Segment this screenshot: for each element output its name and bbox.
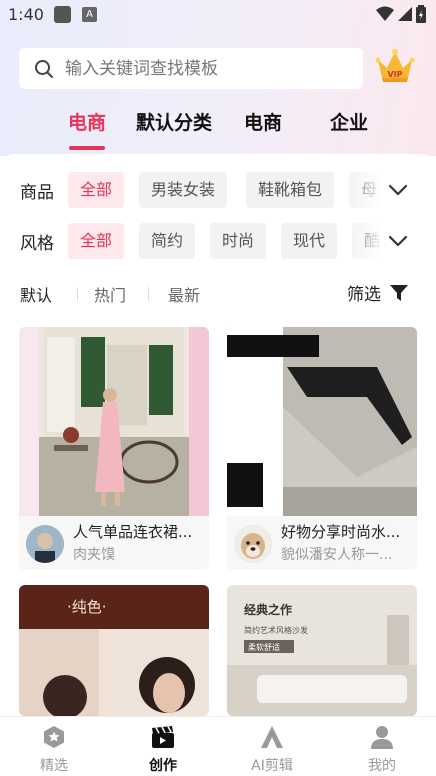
sort-popular[interactable]: 热门 [94, 282, 126, 306]
app-a-icon: A [82, 7, 97, 22]
card-title: 好物分享时尚水... [281, 523, 401, 541]
template-card[interactable]: 好物分享时尚水... 貌似潘安人称一... [227, 327, 417, 570]
template-thumbnail: 经典之作 简约艺术风格沙发 柔软舒适 [227, 585, 417, 716]
style-chip-simple[interactable]: 简约 [139, 223, 196, 259]
wifi-icon [376, 6, 394, 21]
nav-profile-label: 我的 [368, 758, 396, 774]
filter-button[interactable]: 筛选 [347, 280, 409, 305]
status-bar: 1:40 A [0, 0, 436, 30]
status-indicators [376, 5, 426, 23]
tab-ecommerce-2[interactable]: 电商 [244, 108, 282, 135]
nav-featured-label: 精选 [40, 758, 68, 774]
sort-latest[interactable]: 最新 [168, 282, 200, 306]
funnel-icon [390, 284, 408, 301]
card-author: 貌似潘安人称一... [281, 547, 393, 563]
chevron-down-icon[interactable] [387, 180, 409, 200]
style-filter-label: 风格 [20, 234, 54, 254]
search-input[interactable] [65, 57, 345, 81]
sort-row: 默认 热门 最新 筛选 [0, 280, 436, 308]
sort-divider [148, 287, 149, 301]
battery-icon [416, 5, 426, 23]
bottom-navigation: 精选 创作 AI剪辑 我的 [0, 716, 436, 776]
nav-featured[interactable]: 精选 [14, 717, 94, 776]
template-thumbnail: ·纯色· [19, 585, 209, 716]
style-chip-fashion[interactable]: 时尚 [210, 223, 267, 259]
template-thumbnail [227, 327, 417, 516]
nav-create-label: 创作 [149, 758, 177, 774]
template-thumbnail [19, 327, 209, 516]
chip-fade [344, 223, 384, 259]
template-card[interactable]: 经典之作 简约艺术风格沙发 柔软舒适 [227, 585, 417, 716]
tab-active-indicator [69, 146, 105, 150]
style-chip-list[interactable]: 全部 简约 时尚 现代 酷 [68, 223, 380, 259]
card-author: 肉夹馍 [73, 547, 115, 563]
ai-edit-icon [261, 726, 283, 748]
product-filter-row: 商品 全部 男装女装 鞋靴箱包 母 [0, 172, 436, 208]
product-chip-all[interactable]: 全部 [68, 172, 125, 208]
template-card[interactable]: ·纯色· [19, 585, 209, 716]
style-filter-row: 风格 全部 简约 时尚 现代 酷 [0, 223, 436, 259]
signal-icon [398, 7, 412, 21]
style-chip-all[interactable]: 全部 [68, 223, 125, 259]
card-overlay-text: ·纯色· [67, 598, 107, 616]
filter-label: 筛选 [347, 285, 381, 305]
card-info: 人气单品连衣裙... 肉夹馍 [19, 516, 209, 570]
vip-label: VIP [387, 70, 402, 79]
nav-ai-edit[interactable]: AI剪辑 [232, 717, 312, 776]
card-overlay-title: 经典之作 [244, 602, 292, 617]
star-hexagon-icon [44, 726, 64, 748]
sort-divider [77, 287, 78, 301]
template-card[interactable]: 人气单品连衣裙... 肉夹馍 [19, 327, 209, 570]
search-box[interactable] [19, 48, 363, 89]
product-chip-menswomens[interactable]: 男装女装 [139, 172, 228, 208]
card-overlay-subtitle: 简约艺术风格沙发 [244, 625, 308, 635]
card-info: 好物分享时尚水... 貌似潘安人称一... [227, 516, 417, 570]
card-overlay-tag: 柔软舒适 [248, 642, 280, 652]
tab-enterprise[interactable]: 企业 [330, 108, 368, 135]
main-content: 商品 全部 男装女装 鞋靴箱包 母 风格 全部 简约 时尚 现代 酷 默认 热门… [0, 154, 436, 716]
tab-default-category[interactable]: 默认分类 [136, 108, 212, 135]
status-time: 1:40 [8, 5, 44, 24]
author-avatar [26, 525, 64, 563]
search-icon [35, 60, 53, 78]
chip-fade [344, 172, 384, 208]
product-filter-label: 商品 [20, 183, 54, 203]
author-avatar [234, 525, 272, 563]
product-chip-list[interactable]: 全部 男装女装 鞋靴箱包 母 [68, 172, 380, 208]
category-tabs: 电商 默认分类 电商 企业 [0, 108, 436, 148]
style-chip-modern[interactable]: 现代 [281, 223, 338, 259]
nav-ai-edit-label: AI剪辑 [251, 758, 293, 774]
nav-create[interactable]: 创作 [123, 717, 203, 776]
person-icon [371, 726, 393, 749]
nav-profile[interactable]: 我的 [342, 717, 422, 776]
card-title: 人气单品连衣裙... [73, 523, 193, 541]
clapperboard-icon [152, 726, 174, 748]
app-notification-icon [54, 6, 71, 23]
sort-default[interactable]: 默认 [20, 282, 52, 306]
chevron-down-icon[interactable] [387, 231, 409, 251]
vip-crown-icon[interactable]: VIP [374, 46, 416, 88]
product-chip-shoesbags[interactable]: 鞋靴箱包 [246, 172, 335, 208]
tab-ecommerce[interactable]: 电商 [68, 108, 106, 135]
